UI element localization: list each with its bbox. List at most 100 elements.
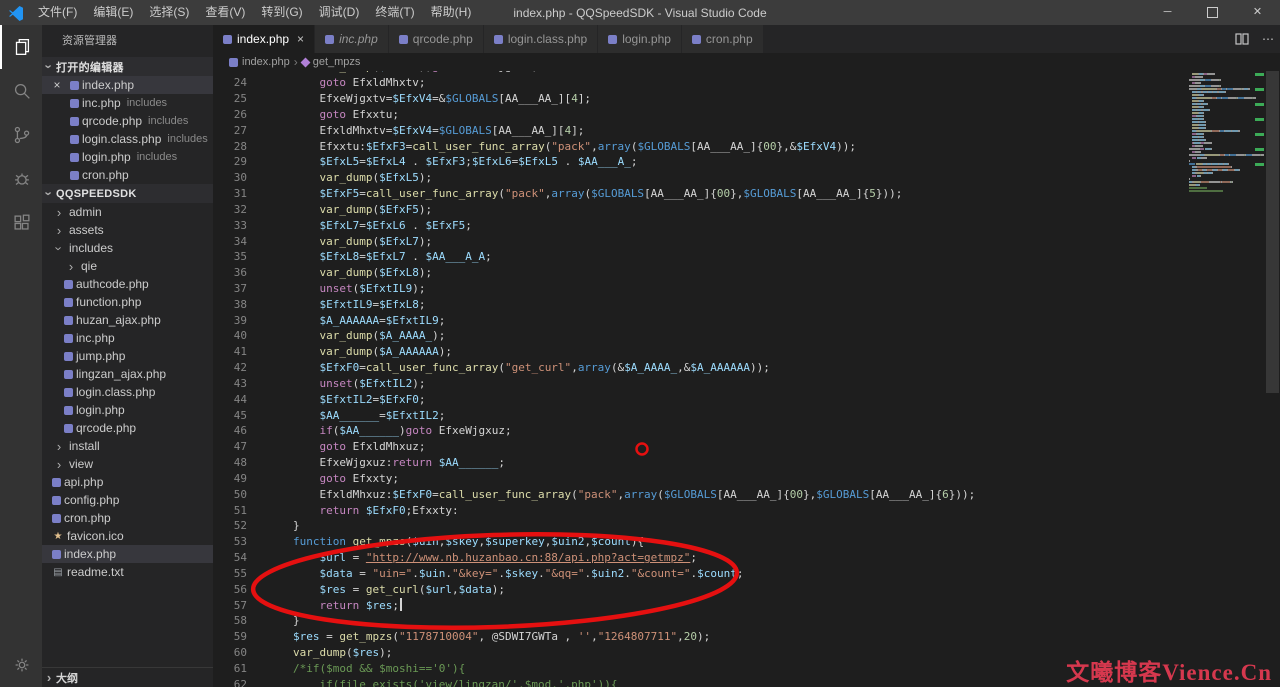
code-line-33[interactable]: 33 $EfxL7=$EfxL6 . $EfxF5; — [213, 217, 1180, 233]
code-line-39[interactable]: 39 $A_AAAAAA=$EfxtIL9; — [213, 312, 1180, 328]
menu-view[interactable]: 查看(V) — [197, 0, 253, 25]
breadcrumb-symbol[interactable]: get_mpzs — [313, 56, 361, 68]
open-editor-login-class-php[interactable]: ×login.class.phpincludes — [42, 130, 213, 148]
code-line-28[interactable]: 28 Efxxtu:$EfxF3=call_user_func_array("p… — [213, 138, 1180, 154]
tab-login-class-php[interactable]: login.class.php — [484, 25, 598, 53]
maximize-button[interactable] — [1190, 0, 1235, 25]
tree-item-api-php[interactable]: api.php — [42, 473, 213, 491]
tab-login-php[interactable]: login.php — [598, 25, 682, 53]
menu-goto[interactable]: 转到(G) — [253, 0, 310, 25]
editor-scrollbar[interactable] — [1265, 71, 1280, 687]
code-line-42[interactable]: 42 $EfxF0=call_user_func_array("get_curl… — [213, 360, 1180, 376]
code-line-59[interactable]: 59$res = get_mpzs("1178710004", @SDWI7GW… — [213, 629, 1180, 645]
tree-item-lingzan-ajax-php[interactable]: lingzan_ajax.php — [42, 365, 213, 383]
code-line-32[interactable]: 32 var_dump($EfxF5); — [213, 201, 1180, 217]
tree-item-index-php[interactable]: index.php — [42, 545, 213, 563]
code-line-25[interactable]: 25 EfxeWjgxtv=$EfxV4=&$GLOBALS[AA___AA_]… — [213, 91, 1180, 107]
tree-item-login-class-php[interactable]: login.class.php — [42, 383, 213, 401]
tree-item-assets[interactable]: ›assets — [42, 221, 213, 239]
tab-index-php[interactable]: index.php× — [213, 25, 315, 53]
open-editors-header[interactable]: › 打开的编辑器 — [42, 57, 213, 76]
code-line-61[interactable]: 61/*if($mod && $moshi=='0'){ — [213, 660, 1180, 676]
code-line-57[interactable]: 57 return $res; — [213, 597, 1180, 613]
code-line-29[interactable]: 29 $EfxL5=$EfxL4 . $EfxF3;$EfxL6=$EfxL5 … — [213, 154, 1180, 170]
code-line-56[interactable]: 56 $res = get_curl($url,$data); — [213, 581, 1180, 597]
tree-item-admin[interactable]: ›admin — [42, 203, 213, 221]
open-editor-inc-php[interactable]: ×inc.phpincludes — [42, 94, 213, 112]
source-control-icon[interactable] — [0, 113, 42, 157]
debug-icon[interactable] — [0, 157, 42, 201]
code-line-60[interactable]: 60var_dump($res); — [213, 645, 1180, 661]
tree-item-authcode-php[interactable]: authcode.php — [42, 275, 213, 293]
code-line-45[interactable]: 45 $AA______=$EfxtIL2; — [213, 407, 1180, 423]
code-line-43[interactable]: 43 unset($EfxtIL2); — [213, 376, 1180, 392]
search-icon[interactable] — [0, 69, 42, 113]
code-line-27[interactable]: 27 EfxldMhxtv=$EfxV4=$GLOBALS[AA___AA_][… — [213, 122, 1180, 138]
code-line-30[interactable]: 30 var_dump($EfxL5); — [213, 170, 1180, 186]
code-line-46[interactable]: 46 if($AA______)goto EfxeWjgxuz; — [213, 423, 1180, 439]
tree-item-huzan-ajax-php[interactable]: huzan_ajax.php — [42, 311, 213, 329]
code-line-58[interactable]: 58} — [213, 613, 1180, 629]
code-line-52[interactable]: 52} — [213, 518, 1180, 534]
code-line-62[interactable]: 62 if(file_exists('view/lingzan/'.$mod.'… — [213, 676, 1180, 687]
tree-item-qrcode-php[interactable]: qrcode.php — [42, 419, 213, 437]
minimize-button[interactable]: ─ — [1145, 0, 1190, 25]
tree-item-qie[interactable]: ›qie — [42, 257, 213, 275]
menu-help[interactable]: 帮助(H) — [423, 0, 480, 25]
code-line-31[interactable]: 31 $EfxF5=call_user_func_array("pack",ar… — [213, 186, 1180, 202]
code-line-24[interactable]: 24 goto EfxldMhxtv; — [213, 75, 1180, 91]
breadcrumb-file[interactable]: index.php — [242, 56, 290, 68]
tab-qrcode-php[interactable]: qrcode.php — [389, 25, 484, 53]
open-editor-index-php[interactable]: ×index.php — [42, 76, 213, 94]
tree-item-view[interactable]: ›view — [42, 455, 213, 473]
tree-item-readme-txt[interactable]: ▤readme.txt — [42, 563, 213, 581]
code-line-44[interactable]: 44 $EfxtIL2=$EfxF0; — [213, 391, 1180, 407]
code-line-55[interactable]: 55 $data = "uin=".$uin."&key=".$skey."&q… — [213, 566, 1180, 582]
code-line-53[interactable]: 53function get_mpzs($uin,$skey,$superkey… — [213, 534, 1180, 550]
code-line-54[interactable]: 54 $url = "http://www.nb.huzanbao.cn:88/… — [213, 550, 1180, 566]
code-line-49[interactable]: 49 goto Efxxty; — [213, 471, 1180, 487]
code-line-50[interactable]: 50 EfxldMhxuz:$EfxF0=call_user_func_arra… — [213, 486, 1180, 502]
code-line-38[interactable]: 38 $EfxtIL9=$EfxL8; — [213, 296, 1180, 312]
menu-selection[interactable]: 选择(S) — [141, 0, 197, 25]
settings-gear-icon[interactable] — [0, 643, 42, 687]
code-line-37[interactable]: 37 unset($EfxtIL9); — [213, 281, 1180, 297]
project-header[interactable]: › QQSPEEDSDK — [42, 184, 213, 203]
code-line-48[interactable]: 48 EfxeWjgxuz:return $AA______; — [213, 455, 1180, 471]
code-line-51[interactable]: 51 return $EfxF0;Efxxty: — [213, 502, 1180, 518]
tree-item-install[interactable]: ›install — [42, 437, 213, 455]
tab-inc-php[interactable]: inc.php — [315, 25, 389, 53]
tree-item-includes[interactable]: ›includes — [42, 239, 213, 257]
split-editor-icon[interactable] — [1234, 31, 1250, 47]
code-line-40[interactable]: 40 var_dump($A_AAAA_); — [213, 328, 1180, 344]
scrollbar-slider[interactable] — [1266, 71, 1279, 393]
code-line-35[interactable]: 35 $EfxL8=$EfxL7 . $AA___A_A; — [213, 249, 1180, 265]
tree-item-function-php[interactable]: function.php — [42, 293, 213, 311]
menu-terminal[interactable]: 终端(T) — [367, 0, 422, 25]
tree-item-favicon-ico[interactable]: ★favicon.ico — [42, 527, 213, 545]
open-editor-qrcode-php[interactable]: ×qrcode.phpincludes — [42, 112, 213, 130]
code-line-47[interactable]: 47 goto EfxldMhxuz; — [213, 439, 1180, 455]
extensions-icon[interactable] — [0, 201, 42, 245]
code-editor[interactable]: 23 var_dump($EfxL4);goto EfxeWjgxtv;24 g… — [213, 71, 1280, 687]
tab-cron-php[interactable]: cron.php — [682, 25, 764, 53]
code-line-36[interactable]: 36 var_dump($EfxL8); — [213, 265, 1180, 281]
tree-item-inc-php[interactable]: inc.php — [42, 329, 213, 347]
open-editor-login-php[interactable]: ×login.phpincludes — [42, 148, 213, 166]
menu-file[interactable]: 文件(F) — [30, 0, 85, 25]
close-tab-icon[interactable]: × — [297, 32, 304, 46]
tree-item-jump-php[interactable]: jump.php — [42, 347, 213, 365]
tree-item-login-php[interactable]: login.php — [42, 401, 213, 419]
close-button[interactable]: ✕ — [1235, 0, 1280, 25]
close-editor-icon[interactable]: × — [50, 78, 64, 92]
explorer-icon[interactable] — [0, 25, 42, 69]
code-line-26[interactable]: 26 goto Efxxtu; — [213, 106, 1180, 122]
outline-header[interactable]: › 大纲 — [42, 667, 213, 687]
menu-edit[interactable]: 编辑(E) — [85, 0, 141, 25]
minimap[interactable] — [1185, 71, 1265, 687]
more-actions-icon[interactable]: ⋯ — [1262, 32, 1274, 46]
code-line-34[interactable]: 34 var_dump($EfxL7); — [213, 233, 1180, 249]
menu-debug[interactable]: 调试(D) — [311, 0, 368, 25]
tree-item-config-php[interactable]: config.php — [42, 491, 213, 509]
open-editor-cron-php[interactable]: ×cron.php — [42, 166, 213, 184]
